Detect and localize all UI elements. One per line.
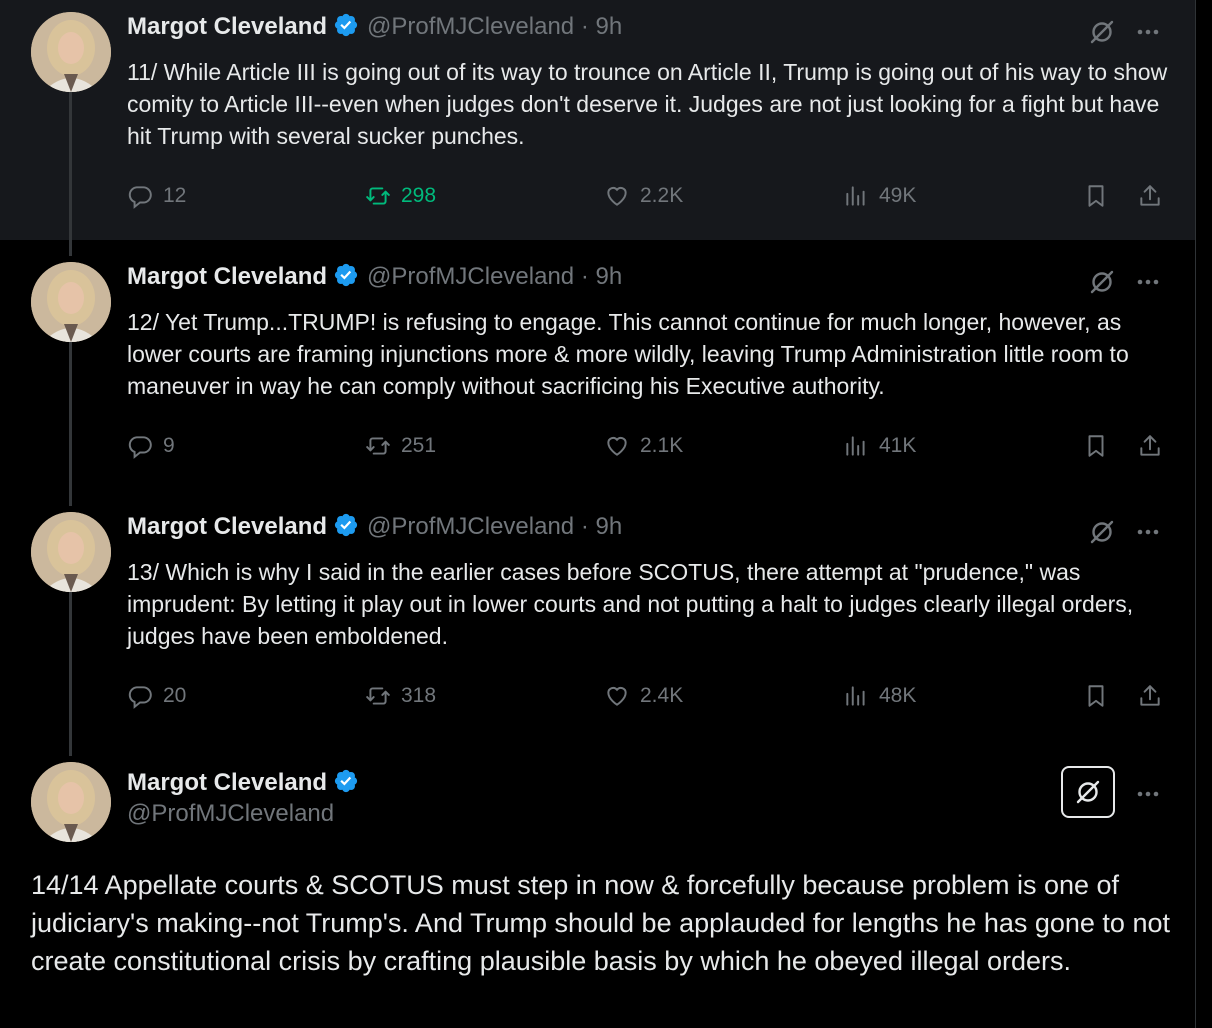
reply-button[interactable]: 9	[127, 430, 175, 462]
separator-dot: ·	[580, 13, 589, 40]
author-name[interactable]: Margot Cleveland	[127, 263, 327, 290]
views-button[interactable]: 41K	[843, 430, 916, 462]
more-icon[interactable]	[1134, 268, 1162, 296]
separator-dot: ·	[580, 513, 589, 540]
author-name[interactable]: Margot Cleveland	[127, 513, 327, 540]
tweet-13[interactable]: Margot Cleveland @ProfMJCleveland · 9h 13…	[0, 500, 1195, 750]
verified-badge-icon	[333, 512, 359, 546]
views-button[interactable]: 49K	[843, 180, 916, 212]
timestamp[interactable]: 9h	[596, 13, 623, 40]
views-button[interactable]: 48K	[843, 680, 916, 712]
views-icon	[846, 436, 865, 456]
repost-count: 251	[401, 434, 437, 457]
repost-icon	[366, 437, 390, 455]
grok-icon[interactable]	[1088, 518, 1116, 546]
avatar[interactable]	[31, 12, 111, 92]
verified-badge-icon	[333, 768, 359, 802]
grok-icon[interactable]	[1088, 268, 1116, 296]
verified-badge-icon	[333, 262, 359, 296]
like-count: 2.1K	[640, 434, 684, 457]
views-count: 41K	[879, 434, 917, 457]
reply-button[interactable]: 20	[127, 680, 186, 712]
reply-icon	[128, 436, 152, 459]
repost-icon	[366, 187, 390, 205]
views-count: 49K	[879, 184, 917, 207]
like-button[interactable]: 2.2K	[604, 180, 683, 212]
timestamp[interactable]: 9h	[596, 513, 623, 540]
tweet-header: Margot Cleveland @ProfMJCleveland · 9h	[127, 512, 622, 546]
tweet-text: 12/ Yet Trump...TRUMP! is refusing to en…	[127, 309, 1129, 399]
like-button[interactable]: 2.1K	[604, 430, 683, 462]
like-count: 2.4K	[640, 684, 684, 707]
timestamp[interactable]: 9h	[596, 263, 623, 290]
reply-count: 20	[163, 684, 187, 707]
reply-icon	[128, 686, 152, 709]
tweet-header: Margot Cleveland	[127, 768, 367, 802]
grok-button[interactable]	[1061, 766, 1115, 818]
grok-icon	[1076, 780, 1100, 804]
bookmark-icon[interactable]	[1083, 683, 1109, 714]
repost-icon	[366, 687, 390, 705]
reply-icon	[128, 186, 152, 209]
tweet-12[interactable]: Margot Cleveland @ProfMJCleveland · 9h 12…	[0, 250, 1195, 500]
repost-button[interactable]: 318	[365, 680, 436, 712]
thread-line	[69, 92, 72, 240]
share-icon[interactable]	[1137, 183, 1163, 214]
reply-count: 12	[163, 184, 187, 207]
tweet-11[interactable]: Margot Cleveland @ProfMJCleveland · 9h 11…	[0, 0, 1195, 240]
share-icon[interactable]	[1137, 433, 1163, 464]
like-icon	[607, 186, 627, 206]
separator-dot: ·	[580, 263, 589, 290]
repost-button[interactable]: 298	[365, 180, 436, 212]
tweet-actions: 20 318 2.4K 48K	[127, 680, 1177, 712]
tweet-actions: 12 298 2.2K 49K	[127, 180, 1177, 212]
main-tweet-text: 14/14 Appellate courts & SCOTUS must ste…	[31, 870, 1170, 976]
tweet-header: Margot Cleveland @ProfMJCleveland · 9h	[127, 12, 622, 46]
more-icon[interactable]	[1134, 518, 1162, 546]
views-count: 48K	[879, 684, 917, 707]
grok-icon[interactable]	[1088, 18, 1116, 46]
like-button[interactable]: 2.4K	[604, 680, 683, 712]
repost-button[interactable]: 251	[365, 430, 436, 462]
views-icon	[846, 686, 865, 706]
author-handle[interactable]: @ProfMJCleveland	[367, 13, 574, 40]
author-name[interactable]: Margot Cleveland	[127, 13, 327, 40]
views-icon	[846, 186, 865, 206]
author-handle[interactable]: @ProfMJCleveland	[127, 800, 334, 828]
tweet-header: Margot Cleveland @ProfMJCleveland · 9h	[127, 262, 622, 296]
like-count: 2.2K	[640, 184, 684, 207]
author-name[interactable]: Margot Cleveland	[127, 768, 327, 798]
more-icon[interactable]	[1134, 18, 1162, 46]
like-icon	[607, 436, 627, 456]
avatar[interactable]	[31, 262, 111, 342]
avatar[interactable]	[31, 512, 111, 592]
repost-count: 318	[401, 684, 437, 707]
share-icon[interactable]	[1137, 683, 1163, 714]
author-handle[interactable]: @ProfMJCleveland	[367, 263, 574, 290]
avatar[interactable]	[31, 762, 111, 842]
column-border	[1195, 0, 1196, 1028]
repost-count: 298	[401, 184, 437, 207]
more-icon[interactable]	[1134, 780, 1162, 808]
author-handle[interactable]: @ProfMJCleveland	[367, 513, 574, 540]
like-icon	[607, 686, 627, 706]
tweet-actions: 9 251 2.1K 41K	[127, 430, 1177, 462]
bookmark-icon[interactable]	[1083, 183, 1109, 214]
tweet-text: 11/ While Article III is going out of it…	[127, 59, 1168, 149]
tweet-text: 13/ Which is why I said in the earlier c…	[127, 559, 1134, 649]
bookmark-icon[interactable]	[1083, 433, 1109, 464]
reply-button[interactable]: 12	[127, 180, 186, 212]
reply-count: 9	[163, 434, 175, 457]
verified-badge-icon	[333, 12, 359, 46]
